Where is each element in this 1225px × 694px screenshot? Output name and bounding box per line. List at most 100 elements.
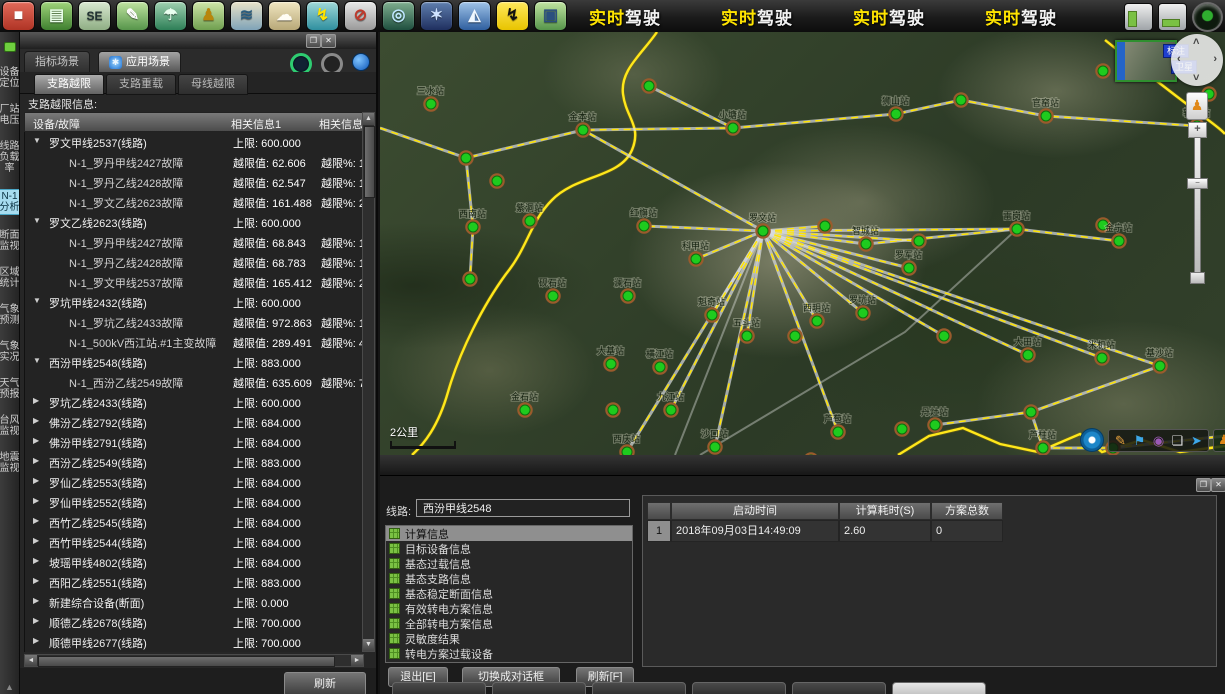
table-row[interactable]: N-1_罗丹乙线2428故障越限值: 62.547越限%: 10.4 [25,172,365,192]
satellite-map[interactable]: 三水站西南站紫洞站砚石站金本站小塘站狮山站官窑站转塘站红旗站科甲站澜石站魁奇站罗… [380,32,1225,455]
station-marker[interactable] [833,427,843,437]
station-marker[interactable] [1012,224,1022,234]
station-marker[interactable] [904,263,914,273]
expander-icon[interactable]: ▶ [33,596,39,605]
app-icon-network[interactable]: ✶ [420,1,453,31]
app-icon-chart-mountain[interactable]: ◭ [458,1,491,31]
sidebar-item-断面监视[interactable]: 断面监视 [0,230,20,252]
station-marker[interactable] [707,310,717,320]
tab-application-scene[interactable]: ✱ 应用场景 [98,51,181,73]
app-icon-pen[interactable]: ✎ [116,1,149,31]
table-row[interactable]: N-1_西汾乙线2549故障越限值: 635.609越限%: 71.9 [25,372,365,392]
station-marker[interactable] [1026,407,1036,417]
table-row[interactable]: ▶西竹乙线2545(线路)上限: 684.000 [25,512,365,532]
station-marker[interactable] [525,216,535,226]
pan-left-icon[interactable]: ‹ [1177,53,1181,65]
result-category-计算信息[interactable]: 计算信息 [386,526,632,541]
horizontal-scrollbar[interactable]: ◄ ► [24,654,364,667]
sidebar-item-设备定位[interactable]: 设备定位 [0,67,20,89]
pin-icon[interactable]: ◉ [1150,431,1167,450]
subtab-支路重载[interactable]: 支路重载 [106,74,176,95]
table-row[interactable]: N-1_罗丹甲线2427故障越限值: 62.606越限%: 10.4 [25,152,365,172]
scroll-up-arrow-icon[interactable]: ▲ [363,113,374,125]
result-category-基态稳定断面信息[interactable]: 基态稳定断面信息 [386,586,632,601]
footer-tab-6[interactable] [892,682,986,694]
table-row[interactable]: N-1_罗文甲线2537故障越限值: 165.412越限%: 27.5 [25,272,365,292]
station-marker[interactable] [742,331,752,341]
expander-icon[interactable]: ▶ [33,436,39,445]
result-category-转电方案过载设备[interactable]: 转电方案过载设备 [386,646,632,661]
station-marker[interactable] [468,222,478,232]
scroll-left-arrow-icon[interactable]: ◄ [25,655,37,666]
map-pan-control[interactable]: ˄ ˅ ‹ › [1171,34,1223,86]
station-marker[interactable] [666,405,676,415]
table-row[interactable]: ▶罗仙乙线2553(线路)上限: 684.000 [25,472,365,492]
sidebar-item-气象实况[interactable]: 气象实况 [0,341,20,363]
table-row[interactable]: ▶西阳乙线2551(线路)上限: 883.000 [25,572,365,592]
expander-icon[interactable]: ▶ [33,416,39,425]
station-marker[interactable] [861,239,871,249]
station-marker[interactable] [492,176,502,186]
result-category-有效转电方案信息[interactable]: 有效转电方案信息 [386,601,632,616]
footer-tab-1[interactable] [392,682,486,694]
station-marker[interactable] [956,95,966,105]
col-duration[interactable]: 计算耗时(S) [839,502,931,520]
sidebar-item-地震监视[interactable]: 地震监视 [0,452,20,474]
table-row[interactable]: ▼罗文乙线2623(线路)上限: 600.000 [25,212,365,232]
station-marker[interactable] [520,405,530,415]
pan-down-icon[interactable]: ˅ [1193,72,1199,84]
table-row[interactable]: ▼罗坑甲线2432(线路)上限: 600.000 [25,292,365,312]
app-icon-layers-error[interactable]: ⊘ [344,1,377,31]
station-marker[interactable] [578,125,588,135]
close-icon[interactable]: ✕ [1211,478,1225,492]
expander-icon[interactable]: ▶ [33,536,39,545]
subtab-支路越限[interactable]: 支路越限 [34,74,104,95]
restore-icon[interactable]: ❐ [306,34,321,48]
cursor-arrow-icon[interactable]: ➤ [1188,431,1205,450]
scroll-right-arrow-icon[interactable]: ► [351,655,363,666]
app-icon-stop[interactable]: ■ [2,1,35,31]
window-layout-icon-1[interactable] [1124,3,1153,31]
zoom-slider-handle[interactable]: − [1187,178,1208,189]
station-marker[interactable] [1114,236,1124,246]
table-row[interactable]: N-1_罗文乙线2623故障越限值: 161.488越限%: 26.9 [25,192,365,212]
station-marker[interactable] [461,153,471,163]
map-overview-thumbnail[interactable]: 标注 卫星 [1115,40,1177,82]
station-marker[interactable] [465,274,475,284]
station-marker[interactable] [758,226,768,236]
app-icon-person-alert[interactable]: ♟ [192,1,225,31]
pan-right-icon[interactable]: › [1213,53,1217,65]
station-marker[interactable] [790,331,800,341]
footer-tab-5[interactable] [792,682,886,694]
measure-pencil-icon[interactable]: ✎ [1112,431,1129,450]
expander-icon[interactable]: ▶ [33,576,39,585]
table-row[interactable]: ▶新建综合设备(断面)上限: 0.000 [25,592,365,612]
station-marker[interactable] [623,291,633,301]
result-category-目标设备信息[interactable]: 目标设备信息 [386,541,632,556]
table-row[interactable]: ▼西汾甲线2548(线路)上限: 883.000 [25,352,365,372]
expander-icon[interactable]: ▶ [33,516,39,525]
result-category-灵敏度结果[interactable]: 灵敏度结果 [386,631,632,646]
footer-tab-3[interactable] [592,682,686,694]
table-row[interactable]: ▼罗文甲线2537(线路)上限: 600.000 [25,132,365,152]
app-icon-hazard-lightning[interactable]: ↯ [496,1,529,31]
expander-icon[interactable]: ▼ [33,296,41,305]
expander-icon[interactable]: ▼ [33,216,41,225]
restore-icon[interactable]: ❐ [1196,478,1211,492]
col-info1[interactable]: 相关信息1 [231,116,281,132]
label-icon[interactable]: ❏ [1169,431,1186,450]
vertical-scrollbar[interactable]: ▲ ▼ [362,112,375,652]
table-row[interactable]: ▶西汾乙线2549(线路)上限: 883.000 [25,452,365,472]
table-row[interactable]: N-1_罗丹甲线2427故障越限值: 68.843越限%: 11.4 [25,232,365,252]
sidebar-item-区域统计[interactable]: 区域统计 [0,267,20,289]
sidebar-item-气象预测[interactable]: 气象预测 [0,304,20,326]
sidebar-item-厂站电压[interactable]: 厂站电压 [0,104,20,126]
scroll-down-arrow-icon[interactable]: ▼ [363,639,374,651]
sidebar-item-台风监视[interactable]: 台风监视 [0,415,20,437]
expander-icon[interactable]: ▶ [33,476,39,485]
expander-icon[interactable]: ▶ [33,396,39,405]
sidebar-item-N-1分析[interactable]: N-1分析 [0,189,20,215]
expander-icon[interactable]: ▶ [33,496,39,505]
app-icon-se[interactable]: SE [78,1,111,31]
station-marker[interactable] [897,424,907,434]
